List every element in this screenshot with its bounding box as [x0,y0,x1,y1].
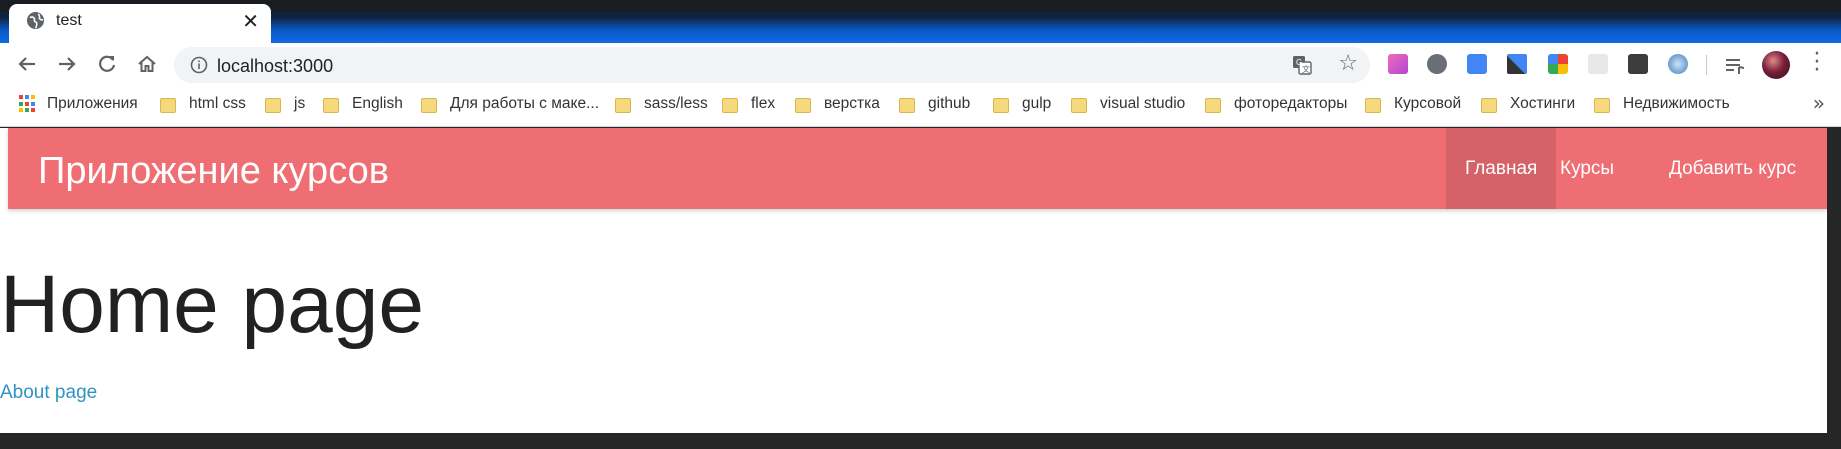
bookmark-label: html css [189,95,246,112]
bookmark-label: фоторедакторы [1234,95,1348,112]
folder-icon [722,97,738,113]
folder-icon [1481,97,1497,113]
folder-icon [899,97,915,113]
bookmarks-overflow-icon[interactable]: » [1813,91,1825,115]
url-text: localhost:3000 [217,56,334,76]
tab-strip: test ✕ [0,0,1841,43]
about-page-link[interactable]: About page [0,382,97,404]
bookmark-folder[interactable]: Для работы с маке... [421,95,599,113]
bookmark-folder[interactable]: js [265,95,305,113]
media-queue-icon[interactable] [1724,55,1746,77]
page-title: Home page [0,259,424,350]
arrow-left-icon[interactable] [16,53,38,75]
folder-icon [993,97,1009,113]
bookmark-folder[interactable]: github [899,95,970,113]
nav-home-link[interactable]: Главная [1446,128,1557,209]
folder-icon [160,97,176,113]
bookmark-folder[interactable]: flex [722,95,775,113]
browser-toolbar: localhost:3000 G 文 ☆ · · · [0,43,1841,86]
bookmark-label: flex [751,95,776,112]
extension-grid-icon[interactable] [1548,54,1568,74]
bookmark-label: github [928,95,971,112]
bookmark-label: Приложения [47,95,138,112]
site-navbar: Приложение курсов Главная Курсы Добавить… [8,128,1827,209]
bookmark-label: js [294,95,306,112]
nav-add-course-link[interactable]: Добавить курс [1650,128,1815,209]
bookmarks-bar: Приложения html css js English Для работ… [0,86,1841,127]
browser-window: test ✕ localhost:3000 G 文 ☆ · · · Прилож… [0,0,1841,449]
page-viewport: Приложение курсов Главная Курсы Добавить… [0,128,1827,433]
folder-icon [1205,97,1221,113]
bookmark-label: visual studio [1100,95,1186,112]
extension-globe-icon[interactable] [1668,54,1688,74]
folder-icon [1594,97,1610,113]
svg-text:文: 文 [1302,64,1310,74]
home-icon[interactable] [136,53,158,75]
folder-icon [421,97,437,113]
window-frame-top [0,0,1841,12]
folder-icon [323,97,339,113]
folder-icon [1365,97,1381,113]
folder-icon [615,97,631,113]
brand-logo[interactable]: Приложение курсов [38,150,389,193]
extension-translate-icon[interactable] [1467,54,1487,74]
nav-courses-link[interactable]: Курсы [1541,128,1633,209]
bookmark-apps[interactable]: Приложения [19,95,138,113]
toolbar-separator [1706,55,1707,75]
extension-blank-icon[interactable] [1588,54,1608,74]
translate-icon[interactable]: G 文 [1292,55,1312,75]
apps-grid-icon [19,95,37,113]
kebab-menu-icon[interactable]: · · · [1812,44,1822,82]
folder-icon [795,97,811,113]
bookmark-folder[interactable]: html css [160,95,246,113]
star-icon[interactable]: ☆ [1338,51,1358,76]
globe-icon [26,11,45,30]
bookmark-label: Для работы с маке... [450,95,600,112]
bookmark-label: sass/less [644,95,708,112]
extension-chat-icon[interactable] [1427,54,1447,74]
bookmark-folder[interactable]: верстка [795,95,880,113]
bookmark-folder[interactable]: Хостинги [1481,95,1575,113]
address-bar[interactable]: localhost:3000 G 文 ☆ [174,47,1370,83]
bookmark-label: Недвижимость [1623,95,1730,112]
info-icon[interactable] [190,56,208,74]
folder-icon [1071,97,1087,113]
bookmark-folder[interactable]: Курсовой [1365,95,1461,113]
tab-test[interactable]: test ✕ [9,4,271,43]
bookmark-label: Хостинги [1510,95,1576,112]
bookmark-folder[interactable]: English [323,95,403,113]
bookmark-folder[interactable]: gulp [993,95,1051,113]
arrow-right-icon[interactable] [56,53,78,75]
bookmark-label: English [352,95,403,112]
selenium-icon[interactable] [1628,54,1648,74]
bookmark-label: gulp [1022,95,1052,112]
reload-icon[interactable] [96,53,118,75]
profile-avatar[interactable] [1762,51,1790,79]
bookmark-folder[interactable]: фоторедакторы [1205,95,1347,113]
bookmark-folder[interactable]: visual studio [1071,95,1185,113]
bookmark-label: Курсовой [1394,95,1462,112]
bookmark-folder[interactable]: sass/less [615,95,708,113]
bookmark-folder[interactable]: Недвижимость [1594,95,1730,113]
extension-gradient-icon[interactable] [1388,54,1408,74]
folder-icon [265,97,281,113]
tab-title: test [56,12,82,29]
close-icon[interactable]: ✕ [242,9,259,33]
bookmark-label: верстка [824,95,880,112]
eyedropper-icon[interactable] [1507,54,1527,74]
